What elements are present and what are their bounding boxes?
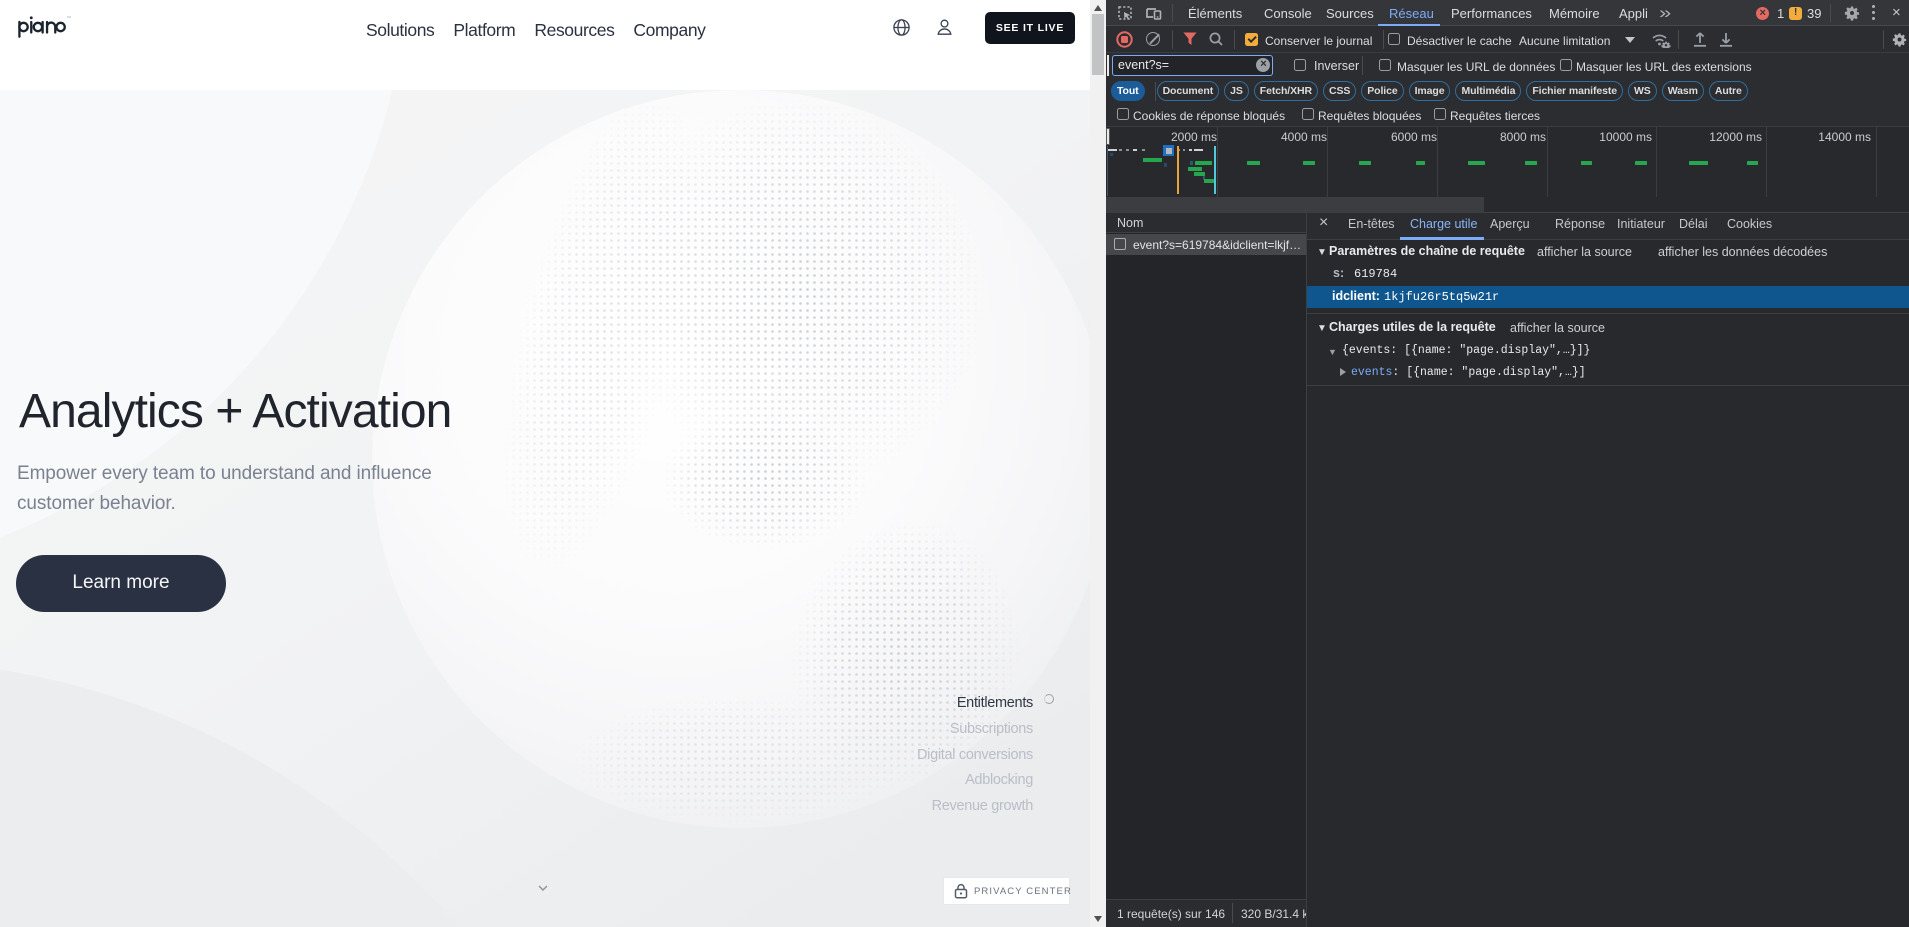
svg-text:™: ™ bbox=[67, 15, 72, 20]
